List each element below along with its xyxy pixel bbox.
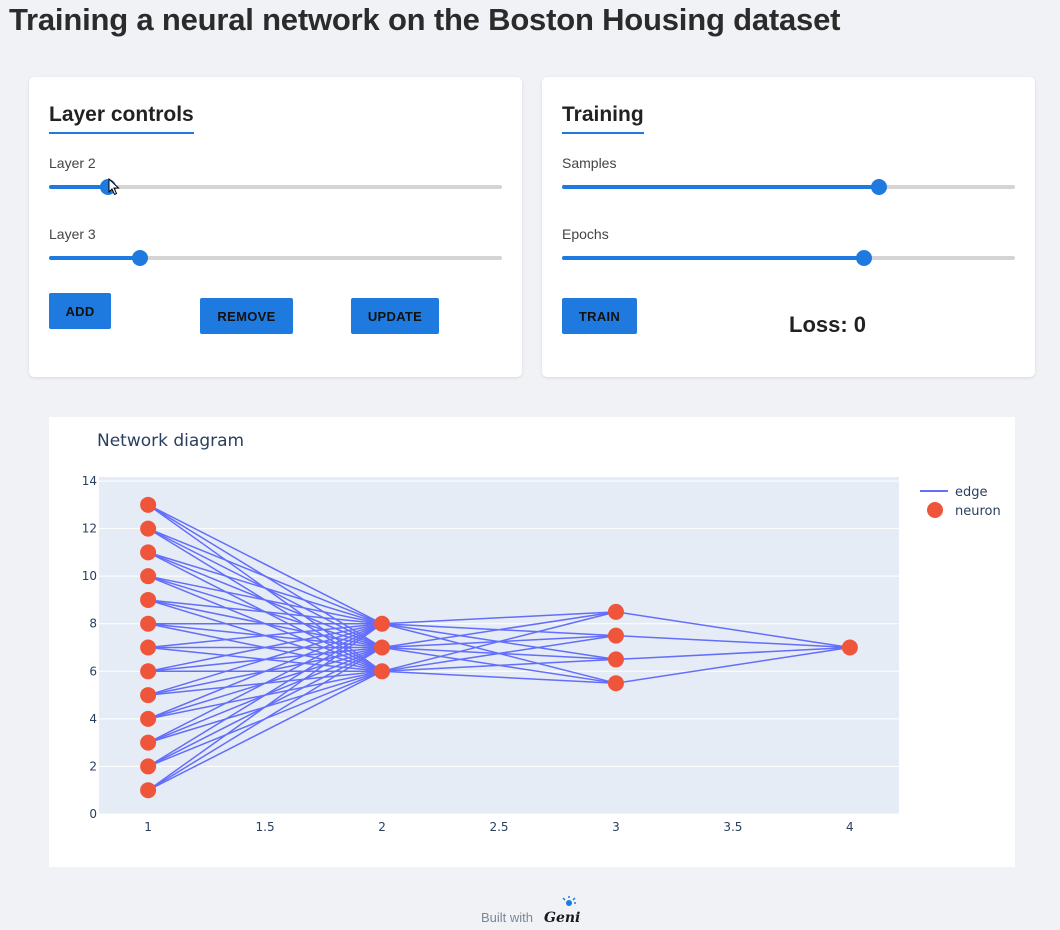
training-heading: Training — [562, 103, 644, 134]
slider-fill — [49, 256, 140, 260]
slider-thumb[interactable] — [131, 250, 148, 266]
neuron-point[interactable] — [607, 651, 624, 668]
slider-fill — [562, 185, 880, 189]
neuron-point[interactable] — [140, 520, 157, 537]
slider-thumb[interactable] — [871, 179, 888, 195]
legend-neuron-swatch — [927, 502, 943, 518]
x-tick-label: 3.5 — [723, 820, 742, 834]
train-button[interactable]: TRAIN — [562, 298, 637, 334]
slider-fill — [562, 256, 865, 260]
training-card: Training Samples Epochs TRAIN Loss: 0 — [542, 77, 1035, 377]
page-title: Training a neural network on the Boston … — [9, 2, 841, 37]
y-tick-label: 8 — [89, 617, 97, 631]
loss-readout: Loss: 0 — [789, 312, 867, 337]
x-tick-label: 2 — [378, 820, 386, 834]
neuron-point[interactable] — [140, 687, 157, 704]
neuron-point[interactable] — [140, 568, 157, 585]
neuron-point[interactable] — [140, 782, 157, 799]
y-tick-label: 14 — [82, 474, 97, 488]
y-tick-label: 12 — [82, 522, 97, 536]
update-button[interactable]: UPDATE — [351, 298, 439, 334]
neuron-point[interactable] — [607, 627, 624, 644]
legend-edge-label: edge — [955, 485, 988, 500]
neuron-point[interactable] — [140, 734, 157, 751]
x-tick-label: 1.5 — [256, 820, 275, 834]
x-tick-label: 3 — [612, 820, 620, 834]
layer-controls-heading: Layer controls — [49, 103, 194, 134]
neuron-point[interactable] — [607, 603, 624, 620]
y-tick-label: 10 — [82, 569, 97, 583]
neuron-point[interactable] — [140, 710, 157, 727]
epochs-slider[interactable] — [562, 249, 1015, 267]
layer-controls-card: Layer controls Layer 2 Layer 3 ADD REMOV… — [29, 77, 522, 377]
neuron-point[interactable] — [374, 639, 391, 656]
neuron-point[interactable] — [140, 496, 157, 513]
remove-button[interactable]: REMOVE — [200, 298, 293, 334]
layer-3-label: Layer 3 — [49, 226, 96, 242]
neuron-point[interactable] — [140, 663, 157, 680]
x-tick-label: 1 — [144, 820, 152, 834]
samples-slider[interactable] — [562, 178, 1015, 196]
layer-3-slider[interactable] — [49, 249, 502, 267]
neuron-point[interactable] — [140, 544, 157, 561]
neuron-point[interactable] — [140, 591, 157, 608]
mouse-cursor — [108, 178, 120, 196]
genie-logo[interactable]: Genie — [543, 894, 581, 928]
neuron-point[interactable] — [841, 639, 858, 656]
layer-2-label: Layer 2 — [49, 155, 96, 171]
neuron-point[interactable] — [607, 675, 624, 692]
neuron-point[interactable] — [140, 639, 157, 656]
add-button[interactable]: ADD — [49, 293, 111, 329]
network-diagram-card: Network diagram 0 2 4 6 8 10 12 14 1 1.5 2 2.5 3 3.5… — [49, 417, 1015, 867]
x-tick-label: 2.5 — [489, 820, 508, 834]
slider-thumb[interactable] — [856, 250, 873, 266]
y-tick-label: 6 — [89, 664, 97, 678]
y-tick-label: 4 — [89, 712, 97, 726]
svg-text:Genie: Genie — [544, 910, 581, 926]
samples-label: Samples — [562, 155, 617, 171]
neuron-point[interactable] — [374, 615, 391, 632]
legend-neuron-label: neuron — [955, 504, 1001, 519]
y-tick-label: 0 — [89, 807, 97, 821]
network-diagram-chart[interactable]: 0 2 4 6 8 10 12 14 1 1.5 2 2.5 3 3.5 4 edge neuron — [49, 417, 1015, 867]
epochs-label: Epochs — [562, 226, 609, 242]
neuron-point[interactable] — [140, 615, 157, 632]
neuron-point[interactable] — [140, 758, 157, 775]
plot-area — [99, 477, 899, 814]
y-tick-label: 2 — [89, 759, 97, 773]
legend: edge neuron — [920, 485, 1001, 519]
built-with-text: Built with — [481, 910, 534, 925]
neuron-point[interactable] — [374, 663, 391, 680]
x-tick-label: 4 — [846, 820, 854, 834]
